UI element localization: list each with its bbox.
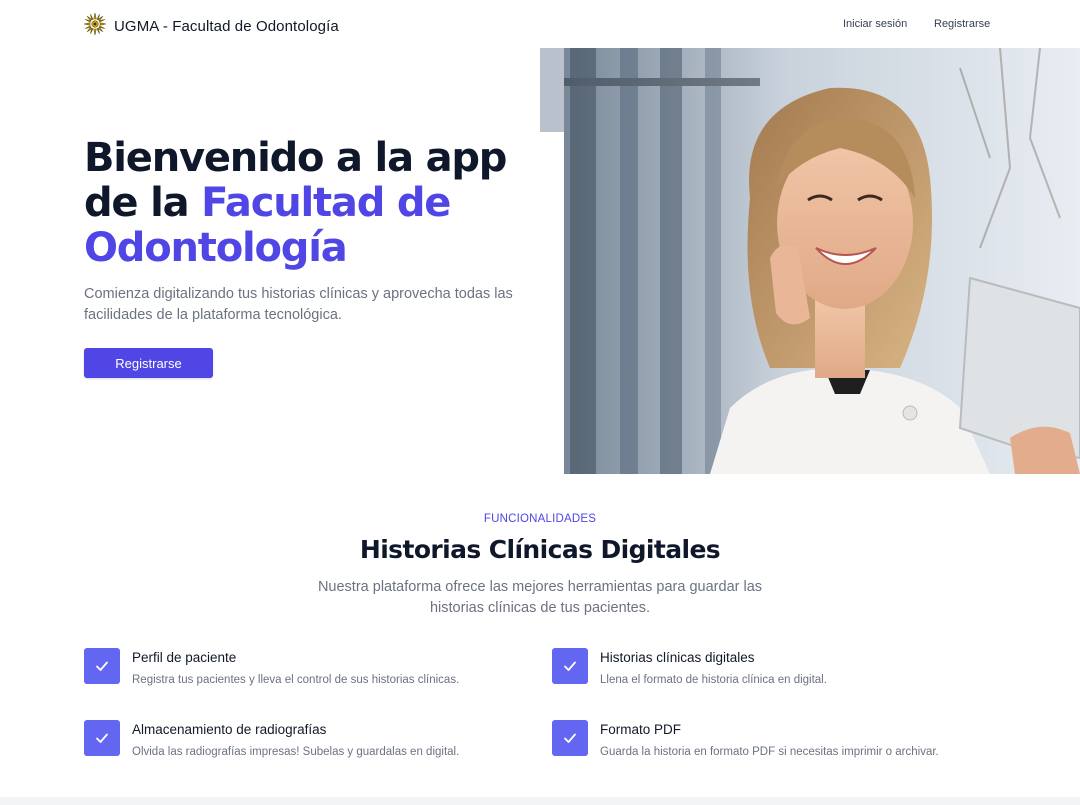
sun-logo-icon [83,12,107,40]
hero-photo [540,48,1080,474]
check-icon [84,648,120,684]
register-button[interactable]: Registrarse [84,348,213,378]
feature-item: Perfil de paciente Registra tus paciente… [84,648,459,686]
feature-item: Almacenamiento de radiografías Olvida la… [84,720,459,758]
section-eyebrow: FUNCIONALIDADES [483,513,597,525]
nav-register-link[interactable]: Registrarse [934,18,990,30]
feature-description: Llena el formato de historia clínica en … [600,674,827,686]
section-description: Nuestra plataforma ofrece las mejores he… [317,579,763,616]
top-navbar: UGMA - Facultad de Odontología Iniciar s… [0,0,1080,48]
section-title: Historias Clínicas Digitales [359,535,721,564]
hero-title-accent-2: Odontología [84,225,348,271]
feature-item: Formato PDF Guarda la historia en format… [552,720,939,758]
feature-description: Olvida las radiografías impresas! Subela… [132,746,460,758]
photo-corner-block [540,48,564,132]
hero-title-line1: Bienvenido a la app [84,135,507,181]
brand[interactable]: UGMA - Facultad de Odontología [83,12,339,40]
feature-title: Formato PDF [600,722,682,737]
feature-description: Registra tus pacientes y lleva el contro… [132,674,460,686]
feature-title: Historias clínicas digitales [600,650,755,665]
feature-title: Perfil de paciente [132,650,237,665]
hero-title: Bienvenido a la app de la Facultad de Od… [84,136,534,271]
footer-strip [0,797,1080,805]
nav-login-link[interactable]: Iniciar sesión [843,18,907,30]
hero-divider [540,132,564,474]
feature-title: Almacenamiento de radiografías [132,722,327,737]
feature-description: Guarda la historia en formato PDF si nec… [600,746,939,758]
hero-description: Comienza digitalizando tus historias clí… [84,286,513,323]
hero-title-prefix: de la [84,180,202,226]
brand-title: UGMA - Facultad de Odontología [114,18,339,35]
check-icon [552,720,588,756]
feature-item: Historias clínicas digitales Llena el fo… [552,648,827,686]
check-icon [84,720,120,756]
check-icon [552,648,588,684]
hero-title-accent-1: Facultad de [201,180,451,226]
